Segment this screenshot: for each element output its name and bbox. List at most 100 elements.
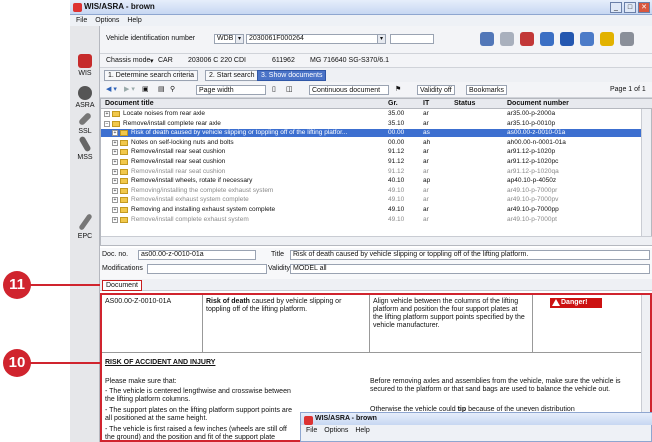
sidebar-item-wis[interactable]: WIS xyxy=(70,54,100,77)
popup-menu-file[interactable]: File xyxy=(306,427,317,434)
eraser-icon[interactable] xyxy=(520,32,534,46)
expand-icon[interactable]: − xyxy=(104,120,110,127)
table-row[interactable]: + Remove/install rear seat cushion 91.12 ar… xyxy=(101,148,641,156)
sidebar-label: WIS xyxy=(78,70,92,77)
tab-show-documents[interactable]: 3. Show documents xyxy=(257,70,327,81)
folder-icon xyxy=(120,216,128,223)
single-page-icon[interactable]: ▯ xyxy=(272,85,276,95)
close-button[interactable]: ✕ xyxy=(638,2,650,13)
table-row[interactable]: + Remove/install wheels, rotate if necess… xyxy=(101,177,641,185)
maximize-button[interactable]: □ xyxy=(624,2,636,13)
warning-icon[interactable] xyxy=(600,32,614,46)
menu-file[interactable]: File xyxy=(76,15,87,26)
popup-menu-help[interactable]: Help xyxy=(355,427,369,434)
back-icon[interactable]: ◀ ▾ xyxy=(106,85,117,95)
expand-icon[interactable]: + xyxy=(112,178,118,185)
vertical-scrollbar[interactable] xyxy=(641,109,651,237)
table-row[interactable]: + Remove/install exhaust system complete 4… xyxy=(101,196,641,204)
expand-icon[interactable]: + xyxy=(112,168,118,175)
col-it[interactable]: IT xyxy=(423,100,429,107)
vin-type-select[interactable]: WDB ▾ xyxy=(214,34,244,44)
validity-button[interactable]: Validity off xyxy=(417,85,455,95)
title-field[interactable]: Risk of death caused by vehicle slipping… xyxy=(290,250,650,260)
table-row[interactable]: − Remove/install complete rear axle 35.10 a… xyxy=(101,120,641,128)
cell-gr: 00.00 xyxy=(388,129,405,137)
book-icon[interactable] xyxy=(580,32,594,46)
forward-icon[interactable]: ▶ ▾ xyxy=(124,85,135,95)
page-view-icon[interactable]: ▤ xyxy=(158,85,165,95)
cell-title: Remove/install wheels, rotate if necessa… xyxy=(131,177,253,185)
filter-icon[interactable]: ⚑ xyxy=(395,85,401,95)
sidebar-item-epc[interactable]: EPC xyxy=(70,213,100,240)
cell-gr: 35.00 xyxy=(388,110,405,117)
fit-icon[interactable]: ◫ xyxy=(286,85,293,95)
folder-icon xyxy=(120,168,128,175)
minimize-button[interactable]: _ xyxy=(610,2,622,13)
cell-gr: 00.00 xyxy=(388,138,405,146)
validity-field[interactable]: MODEL all xyxy=(290,264,650,274)
expand-icon[interactable]: + xyxy=(112,159,118,165)
tab-document[interactable]: Document xyxy=(102,280,142,291)
chassis-item-1[interactable]: CAR xyxy=(158,57,173,64)
expand-icon[interactable]: + xyxy=(104,111,110,117)
tools-settings-icon[interactable] xyxy=(620,32,634,46)
docno-field[interactable]: as00.00-z-0010-01a xyxy=(138,250,256,260)
table-row[interactable]: + Remove/install rear seat cushion 91.12 ar… xyxy=(101,168,641,176)
expand-icon[interactable]: + xyxy=(112,130,118,137)
sidebar-item-ssl[interactable]: SSL xyxy=(70,111,100,135)
save-icon[interactable]: ▣ xyxy=(142,85,149,95)
chassis-item-4[interactable]: MG 716640 SG-S370/6.1 xyxy=(310,57,389,64)
cell-title: Risk of death caused by vehicle slipping… xyxy=(131,129,348,137)
menu-options[interactable]: Options xyxy=(95,15,119,26)
chevron-down-icon[interactable]: ▾ xyxy=(150,57,154,65)
callout-11: 11 xyxy=(3,271,31,299)
col-status[interactable]: Status xyxy=(454,100,475,107)
expand-icon[interactable]: + xyxy=(112,216,118,223)
expand-icon[interactable]: + xyxy=(112,139,118,146)
car-search-icon[interactable] xyxy=(480,32,494,46)
horizontal-scrollbar[interactable] xyxy=(101,236,652,245)
table-row[interactable]: + Removing/installing the complete exhaus… xyxy=(101,187,641,195)
table-row[interactable]: + Remove/install rear seat cushion 91.12 ar… xyxy=(101,158,641,166)
popup-window[interactable]: WIS/ASRA - brown File Options Help xyxy=(300,412,652,442)
chassis-row: Chassis mode ▾ CAR 203006 C 220 CDI 6119… xyxy=(100,54,652,68)
modifications-label: Modifications xyxy=(102,265,143,272)
cell-it: ar xyxy=(423,167,429,175)
col-docnum[interactable]: Document number xyxy=(507,100,569,107)
view-mode-select[interactable]: Continuous document xyxy=(309,85,389,95)
settings-icon[interactable] xyxy=(540,32,554,46)
menu-help[interactable]: Help xyxy=(127,15,141,26)
vin-extra-input[interactable] xyxy=(390,34,434,44)
popup-menu-options[interactable]: Options xyxy=(324,427,348,434)
zoom-select[interactable]: Page width xyxy=(196,85,266,95)
table-row[interactable]: + Locate noises from rear axle 35.00 ar ar35… xyxy=(101,110,641,118)
expand-icon[interactable]: + xyxy=(112,149,118,156)
table-row[interactable]: + Removing and installing exhaust system … xyxy=(101,206,641,214)
vin-label: Vehicle identification number xyxy=(106,35,196,42)
info-icon[interactable] xyxy=(560,32,574,46)
validity-label: Validity xyxy=(268,265,291,272)
chassis-item-3[interactable]: 611962 xyxy=(272,57,295,64)
expand-icon[interactable]: + xyxy=(112,187,118,194)
bullet-item: - The vehicle is centered lengthwise and… xyxy=(105,388,291,403)
expand-icon[interactable]: + xyxy=(112,197,118,204)
vin-input[interactable]: 2030061F000264 ▾ xyxy=(246,34,386,44)
zoom-icon[interactable]: ⚲ xyxy=(170,85,175,95)
col-title[interactable]: Document title xyxy=(105,100,154,107)
vin-type-value: WDB xyxy=(217,35,234,42)
tab-search-criteria[interactable]: 1. Determine search criteria xyxy=(104,70,198,81)
chassis-item-2[interactable]: 203006 C 220 CDI xyxy=(188,57,246,64)
table-row[interactable]: + Notes on self-locking nuts and bolts 00.… xyxy=(101,139,641,147)
sidebar-item-asra[interactable]: ASRA xyxy=(70,86,100,109)
col-gr[interactable]: Gr. xyxy=(388,100,398,107)
cell-it: ar xyxy=(423,148,429,156)
expand-icon[interactable]: + xyxy=(112,207,118,213)
bookmarks-button[interactable]: Bookmarks xyxy=(466,85,508,95)
table-row[interactable]: + Risk of death caused by vehicle slippin… xyxy=(101,129,641,138)
modifications-field[interactable] xyxy=(147,264,267,274)
table-row[interactable]: + Remove/install complete exhaust system 4… xyxy=(101,216,641,224)
cell-gr: 91.12 xyxy=(388,167,405,175)
sidebar-item-mss[interactable]: MSS xyxy=(70,135,100,161)
tab-start-search[interactable]: 2. Start search xyxy=(205,70,259,81)
print-icon[interactable] xyxy=(500,32,514,46)
